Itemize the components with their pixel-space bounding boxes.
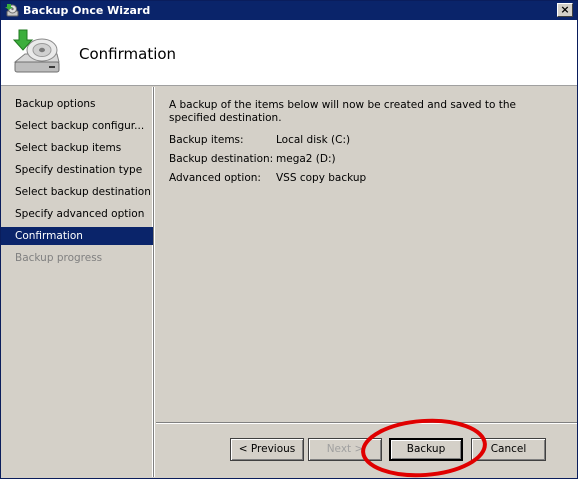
step-specify-destination-type[interactable]: Specify destination type: [1, 161, 153, 179]
confirmation-content: A backup of the items below will now be …: [169, 99, 569, 184]
detail-label: Advanced option:: [169, 172, 261, 184]
detail-label: Backup items:: [169, 134, 244, 146]
previous-button[interactable]: < Previous: [230, 438, 304, 461]
backup-wizard-icon: [5, 4, 19, 17]
step-backup-options[interactable]: Backup options: [1, 95, 153, 113]
detail-label: Backup destination:: [169, 153, 274, 165]
sidebar-divider: [153, 87, 155, 477]
wizard-steps-sidebar: Backup options Select backup configur...…: [1, 87, 153, 477]
close-button[interactable]: ×: [557, 3, 573, 17]
title-bar[interactable]: Backup Once Wizard ×: [1, 1, 577, 20]
step-confirmation[interactable]: Confirmation: [1, 227, 153, 245]
step-specify-advanced-option[interactable]: Specify advanced option: [1, 205, 153, 223]
backup-once-wizard-window: Backup Once Wizard × Confirmation Backup…: [0, 0, 578, 479]
page-title: Confirmation: [79, 45, 177, 63]
next-button[interactable]: Next >: [308, 438, 382, 461]
backup-disk-icon: [12, 29, 60, 73]
cancel-button[interactable]: Cancel: [471, 438, 546, 461]
footer-separator: [156, 422, 577, 424]
detail-value: mega2 (D:): [276, 153, 336, 165]
step-select-backup-configuration[interactable]: Select backup configur...: [1, 117, 153, 135]
window-title: Backup Once Wizard: [23, 4, 151, 17]
step-select-backup-items[interactable]: Select backup items: [1, 139, 153, 157]
step-backup-progress: Backup progress: [15, 252, 103, 264]
close-icon: ×: [560, 3, 570, 16]
detail-value: Local disk (C:): [276, 134, 351, 146]
wizard-header: Confirmation: [1, 20, 577, 86]
detail-value: VSS copy backup: [276, 172, 367, 184]
step-select-backup-destination[interactable]: Select backup destination: [1, 183, 153, 201]
backup-button[interactable]: Backup: [389, 438, 463, 461]
confirmation-intro-text: A backup of the items below will now be …: [169, 99, 517, 124]
